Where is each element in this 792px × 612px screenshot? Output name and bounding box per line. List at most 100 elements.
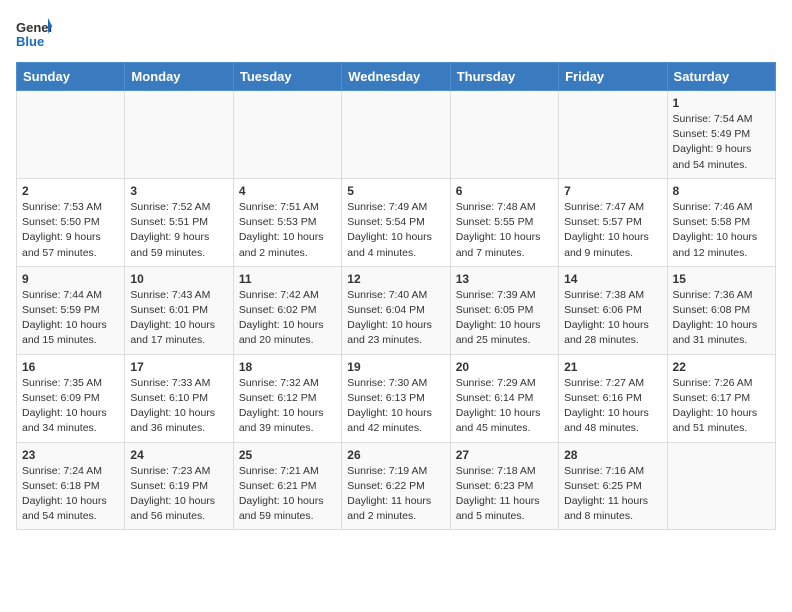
calendar-cell: 21 Sunrise: 7:27 AM Sunset: 6:16 PM Dayli… [559,354,667,442]
day-info: Sunrise: 7:19 AM Sunset: 6:22 PM Dayligh… [347,464,444,525]
calendar-cell: 12 Sunrise: 7:40 AM Sunset: 6:04 PM Dayli… [342,266,450,354]
calendar-cell: 26 Sunrise: 7:19 AM Sunset: 6:22 PM Dayli… [342,442,450,530]
day-info: Sunrise: 7:38 AM Sunset: 6:06 PM Dayligh… [564,288,661,349]
calendar-week-row: 9 Sunrise: 7:44 AM Sunset: 5:59 PM Daylig… [17,266,776,354]
calendar-cell: 11 Sunrise: 7:42 AM Sunset: 6:02 PM Dayli… [233,266,341,354]
calendar-cell: 18 Sunrise: 7:32 AM Sunset: 6:12 PM Dayli… [233,354,341,442]
day-number: 9 [22,272,119,286]
day-number: 10 [130,272,227,286]
calendar-cell: 22Sunrise: 7:26 AM Sunset: 6:17 PM Dayli… [667,354,775,442]
calendar-cell: 5 Sunrise: 7:49 AM Sunset: 5:54 PM Daylig… [342,178,450,266]
page-header: General Blue [16,16,776,52]
day-number: 24 [130,448,227,462]
calendar-cell [342,91,450,179]
calendar-week-row: 2 Sunrise: 7:53 AM Sunset: 5:50 PM Daylig… [17,178,776,266]
svg-text:Blue: Blue [16,34,44,49]
calendar-cell: 16Sunrise: 7:35 AM Sunset: 6:09 PM Dayli… [17,354,125,442]
day-info: Sunrise: 7:42 AM Sunset: 6:02 PM Dayligh… [239,288,336,349]
weekday-header: Thursday [450,63,558,91]
day-number: 6 [456,184,553,198]
day-number: 17 [130,360,227,374]
calendar-cell: 1 Sunrise: 7:54 AM Sunset: 5:49 PM Daylig… [667,91,775,179]
day-info: Sunrise: 7:23 AM Sunset: 6:19 PM Dayligh… [130,464,227,525]
calendar-cell: 7 Sunrise: 7:47 AM Sunset: 5:57 PM Daylig… [559,178,667,266]
day-number: 2 [22,184,119,198]
day-info: Sunrise: 7:32 AM Sunset: 6:12 PM Dayligh… [239,376,336,437]
day-number: 14 [564,272,661,286]
day-info: Sunrise: 7:46 AM Sunset: 5:58 PM Dayligh… [673,200,770,261]
day-info: Sunrise: 7:40 AM Sunset: 6:04 PM Dayligh… [347,288,444,349]
calendar-cell [125,91,233,179]
day-number: 1 [673,96,770,110]
weekday-header: Saturday [667,63,775,91]
calendar-cell: 15 Sunrise: 7:36 AM Sunset: 6:08 PM Dayli… [667,266,775,354]
day-number: 12 [347,272,444,286]
calendar-cell [233,91,341,179]
day-info: Sunrise: 7:33 AM Sunset: 6:10 PM Dayligh… [130,376,227,437]
day-number: 20 [456,360,553,374]
calendar-cell [559,91,667,179]
day-number: 8 [673,184,770,198]
day-info: Sunrise: 7:43 AM Sunset: 6:01 PM Dayligh… [130,288,227,349]
calendar-cell [667,442,775,530]
calendar-header-row: SundayMondayTuesdayWednesdayThursdayFrid… [17,63,776,91]
day-info: Sunrise: 7:24 AM Sunset: 6:18 PM Dayligh… [22,464,119,525]
svg-text:General: General [16,20,52,35]
day-info: Sunrise: 7:44 AM Sunset: 5:59 PM Dayligh… [22,288,119,349]
calendar-cell: 25 Sunrise: 7:21 AM Sunset: 6:21 PM Dayli… [233,442,341,530]
day-info: Sunrise: 7:54 AM Sunset: 5:49 PM Dayligh… [673,112,770,173]
weekday-header: Tuesday [233,63,341,91]
day-number: 11 [239,272,336,286]
calendar-week-row: 16Sunrise: 7:35 AM Sunset: 6:09 PM Dayli… [17,354,776,442]
calendar: SundayMondayTuesdayWednesdayThursdayFrid… [16,62,776,530]
day-info: Sunrise: 7:47 AM Sunset: 5:57 PM Dayligh… [564,200,661,261]
day-number: 19 [347,360,444,374]
calendar-cell: 19 Sunrise: 7:30 AM Sunset: 6:13 PM Dayli… [342,354,450,442]
calendar-cell: 27 Sunrise: 7:18 AM Sunset: 6:23 PM Dayli… [450,442,558,530]
day-number: 5 [347,184,444,198]
calendar-cell: 20Sunrise: 7:29 AM Sunset: 6:14 PM Dayli… [450,354,558,442]
calendar-cell: 24 Sunrise: 7:23 AM Sunset: 6:19 PM Dayli… [125,442,233,530]
day-info: Sunrise: 7:49 AM Sunset: 5:54 PM Dayligh… [347,200,444,261]
day-info: Sunrise: 7:30 AM Sunset: 6:13 PM Dayligh… [347,376,444,437]
day-info: Sunrise: 7:27 AM Sunset: 6:16 PM Dayligh… [564,376,661,437]
calendar-cell: 13 Sunrise: 7:39 AM Sunset: 6:05 PM Dayli… [450,266,558,354]
weekday-header: Monday [125,63,233,91]
calendar-cell: 23Sunrise: 7:24 AM Sunset: 6:18 PM Dayli… [17,442,125,530]
day-number: 21 [564,360,661,374]
day-number: 22 [673,360,770,374]
weekday-header: Wednesday [342,63,450,91]
day-info: Sunrise: 7:21 AM Sunset: 6:21 PM Dayligh… [239,464,336,525]
day-number: 27 [456,448,553,462]
calendar-cell: 3Sunrise: 7:52 AM Sunset: 5:51 PM Daylig… [125,178,233,266]
calendar-cell: 9 Sunrise: 7:44 AM Sunset: 5:59 PM Daylig… [17,266,125,354]
day-number: 26 [347,448,444,462]
day-number: 4 [239,184,336,198]
logo: General Blue [16,16,52,52]
day-info: Sunrise: 7:53 AM Sunset: 5:50 PM Dayligh… [22,200,119,261]
calendar-cell: 6 Sunrise: 7:48 AM Sunset: 5:55 PM Daylig… [450,178,558,266]
day-info: Sunrise: 7:16 AM Sunset: 6:25 PM Dayligh… [564,464,661,525]
day-info: Sunrise: 7:52 AM Sunset: 5:51 PM Dayligh… [130,200,227,261]
day-info: Sunrise: 7:48 AM Sunset: 5:55 PM Dayligh… [456,200,553,261]
day-number: 13 [456,272,553,286]
day-number: 15 [673,272,770,286]
weekday-header: Friday [559,63,667,91]
calendar-cell: 4 Sunrise: 7:51 AM Sunset: 5:53 PM Daylig… [233,178,341,266]
day-number: 28 [564,448,661,462]
day-number: 18 [239,360,336,374]
calendar-week-row: 1 Sunrise: 7:54 AM Sunset: 5:49 PM Daylig… [17,91,776,179]
day-number: 25 [239,448,336,462]
calendar-cell: 17 Sunrise: 7:33 AM Sunset: 6:10 PM Dayli… [125,354,233,442]
day-number: 7 [564,184,661,198]
calendar-cell [450,91,558,179]
day-info: Sunrise: 7:51 AM Sunset: 5:53 PM Dayligh… [239,200,336,261]
day-info: Sunrise: 7:36 AM Sunset: 6:08 PM Dayligh… [673,288,770,349]
calendar-cell: 2 Sunrise: 7:53 AM Sunset: 5:50 PM Daylig… [17,178,125,266]
logo-svg: General Blue [16,16,52,52]
calendar-cell: 10 Sunrise: 7:43 AM Sunset: 6:01 PM Dayli… [125,266,233,354]
weekday-header: Sunday [17,63,125,91]
day-info: Sunrise: 7:39 AM Sunset: 6:05 PM Dayligh… [456,288,553,349]
day-info: Sunrise: 7:18 AM Sunset: 6:23 PM Dayligh… [456,464,553,525]
calendar-week-row: 23Sunrise: 7:24 AM Sunset: 6:18 PM Dayli… [17,442,776,530]
